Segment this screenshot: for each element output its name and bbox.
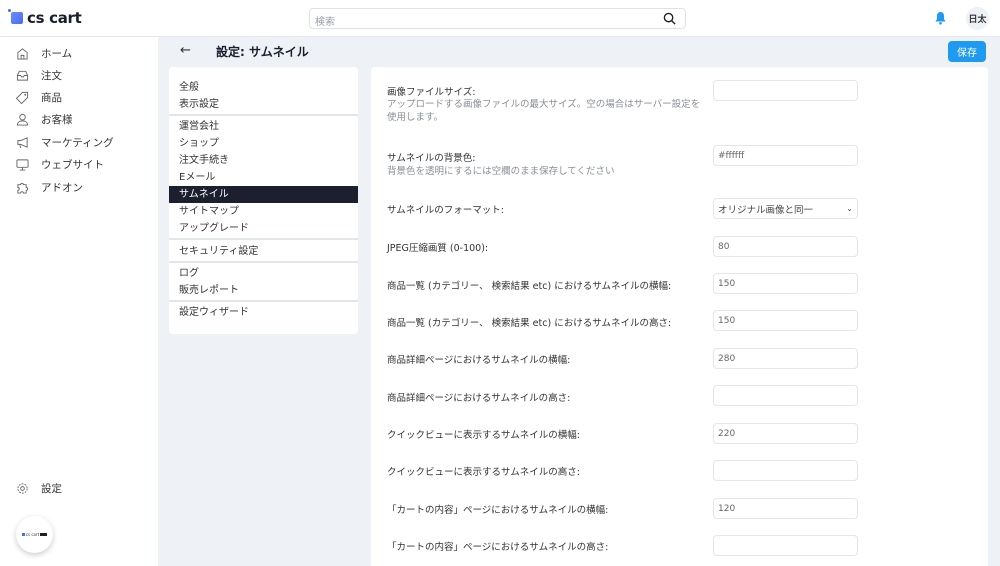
field-label: 商品詳細ページにおけるサムネイルの横幅: bbox=[387, 355, 571, 366]
save-button[interactable]: 保存 bbox=[948, 41, 986, 62]
top-header: cs cart 検索 日太 bbox=[0, 0, 1000, 37]
monitor-icon bbox=[16, 158, 29, 171]
gear-icon bbox=[17, 482, 28, 494]
field-description: アップロードする画像ファイルの最大サイズ。空の場合はサーバー設定を使用します。 bbox=[387, 99, 701, 123]
tag-icon bbox=[16, 91, 29, 104]
menu-item-email[interactable]: Eメール bbox=[169, 169, 358, 186]
badge-logo-icon bbox=[21, 533, 25, 536]
logo-mark-icon bbox=[8, 9, 23, 24]
sidebar-item-label: 設定 bbox=[41, 482, 62, 495]
menu-item-general[interactable]: 全般 bbox=[169, 79, 358, 96]
menu-divider bbox=[169, 300, 358, 302]
user-icon bbox=[16, 113, 29, 126]
menu-item-sales-reports[interactable]: 販売レポート bbox=[169, 282, 358, 299]
sidebar-item-home[interactable]: ホーム bbox=[16, 45, 72, 61]
sidebar-item-label: ホーム bbox=[41, 47, 73, 60]
sidebar: ホーム 注文 商品 お客様 マーケティング ウェブサイト アドオン 設定 bbox=[0, 37, 158, 566]
product-details-height-input[interactable] bbox=[713, 385, 858, 406]
sidebar-item-orders[interactable]: 注文 bbox=[16, 67, 62, 83]
field-description: 背景色を透明にするには空欄のまま保存してください bbox=[387, 166, 615, 177]
home-icon bbox=[17, 47, 28, 60]
chevron-down-icon: ⌄ bbox=[846, 204, 853, 213]
megaphone-icon bbox=[17, 136, 28, 148]
search-icon[interactable] bbox=[663, 12, 676, 25]
cart-contents-width-input[interactable]: 120 bbox=[713, 498, 858, 519]
settings-menu: 全般 表示設定 運営会社 ショップ 注文手続き Eメール サムネイル サイトマッ… bbox=[169, 67, 358, 334]
field-label: 商品一覧 (カテゴリー、 検索結果 etc) におけるサムネイルの横幅: bbox=[387, 281, 672, 292]
avatar[interactable]: 日太 bbox=[966, 7, 989, 30]
inbox-icon bbox=[16, 70, 29, 81]
field-label: JPEG圧縮画質 (0-100): bbox=[387, 243, 489, 254]
sidebar-item-addons[interactable]: アドオン bbox=[16, 179, 83, 195]
field-label: 商品一覧 (カテゴリー、 検索結果 etc) におけるサムネイルの高さ: bbox=[387, 318, 672, 329]
product-details-width-input[interactable]: 280 bbox=[713, 348, 858, 369]
menu-divider bbox=[169, 114, 358, 116]
puzzle-icon bbox=[17, 182, 29, 194]
field-label: 画像ファイルサイズ: bbox=[387, 87, 476, 98]
cs-cart-badge[interactable]: cs cart bbox=[16, 516, 53, 553]
sidebar-item-label: マーケティング bbox=[41, 136, 114, 149]
quick-view-height-input[interactable] bbox=[713, 460, 858, 481]
sidebar-item-settings[interactable]: 設定 bbox=[16, 480, 62, 496]
product-list-height-input[interactable]: 150 bbox=[713, 310, 858, 331]
cart-contents-height-input[interactable] bbox=[713, 535, 858, 556]
menu-item-checkout[interactable]: 注文手続き bbox=[169, 152, 358, 169]
sidebar-item-website[interactable]: ウェブサイト bbox=[16, 156, 104, 172]
sidebar-item-label: 注文 bbox=[41, 69, 62, 82]
back-arrow-icon[interactable]: ← bbox=[180, 43, 191, 58]
bell-icon[interactable] bbox=[934, 11, 947, 25]
menu-item-company[interactable]: 運営会社 bbox=[169, 118, 358, 135]
menu-divider bbox=[169, 261, 358, 263]
quick-view-width-input[interactable]: 220 bbox=[713, 423, 858, 444]
badge-text: cs cart bbox=[25, 532, 40, 537]
field-label: 商品詳細ページにおけるサムネイルの高さ: bbox=[387, 393, 571, 404]
field-label: 「カートの内容」ページにおけるサムネイルの高さ: bbox=[387, 542, 609, 553]
menu-item-shop[interactable]: ショップ bbox=[169, 135, 358, 152]
jpeg-quality-input[interactable]: 80 bbox=[713, 236, 858, 257]
menu-item-security[interactable]: セキュリティ設定 bbox=[169, 243, 358, 260]
sidebar-item-customers[interactable]: お客様 bbox=[16, 111, 73, 127]
menu-item-sitemap[interactable]: サイトマップ bbox=[169, 203, 358, 220]
menu-item-setup-wizard[interactable]: 設定ウィザード bbox=[169, 304, 358, 321]
sidebar-item-label: お客様 bbox=[41, 113, 73, 126]
field-label: 「カートの内容」ページにおけるサムネイルの横幅: bbox=[387, 505, 609, 516]
sidebar-item-label: ウェブサイト bbox=[41, 158, 104, 171]
product-list-width-input[interactable]: 150 bbox=[713, 273, 858, 294]
select-value: オリジナル画像と同一 bbox=[718, 204, 814, 216]
search-input[interactable]: 検索 bbox=[309, 8, 686, 29]
field-label: クイックビューに表示するサムネイルの高さ: bbox=[387, 467, 581, 478]
menu-item-thumbnails[interactable]: サムネイル bbox=[169, 186, 358, 203]
menu-divider bbox=[169, 238, 358, 240]
menu-item-logs[interactable]: ログ bbox=[169, 265, 358, 282]
page-title: 設定: サムネイル bbox=[216, 45, 309, 59]
menu-item-appearance[interactable]: 表示設定 bbox=[169, 96, 358, 113]
search-placeholder: 検索 bbox=[315, 17, 335, 28]
background-color-input[interactable]: #ffffff bbox=[713, 145, 858, 166]
sidebar-item-label: アドオン bbox=[41, 181, 83, 194]
badge-tag bbox=[40, 533, 48, 536]
field-label: クイックビューに表示するサムネイルの横幅: bbox=[387, 430, 581, 441]
image-file-size-input[interactable] bbox=[713, 80, 858, 101]
sidebar-item-label: 商品 bbox=[41, 91, 62, 104]
thumbnail-format-select[interactable]: オリジナル画像と同一 ⌄ bbox=[713, 198, 858, 219]
field-label: サムネイルの背景色: bbox=[387, 153, 476, 164]
settings-form: 画像ファイルサイズ: アップロードする画像ファイルの最大サイズ。空の場合はサーバ… bbox=[371, 67, 988, 566]
menu-item-upgrade[interactable]: アップグレード bbox=[169, 220, 358, 237]
logo[interactable]: cs cart bbox=[8, 9, 82, 27]
sidebar-item-products[interactable]: 商品 bbox=[16, 89, 62, 105]
field-label: サムネイルのフォーマット: bbox=[387, 205, 505, 216]
logo-text: cs cart bbox=[27, 9, 82, 27]
sidebar-item-marketing[interactable]: マーケティング bbox=[16, 134, 114, 150]
